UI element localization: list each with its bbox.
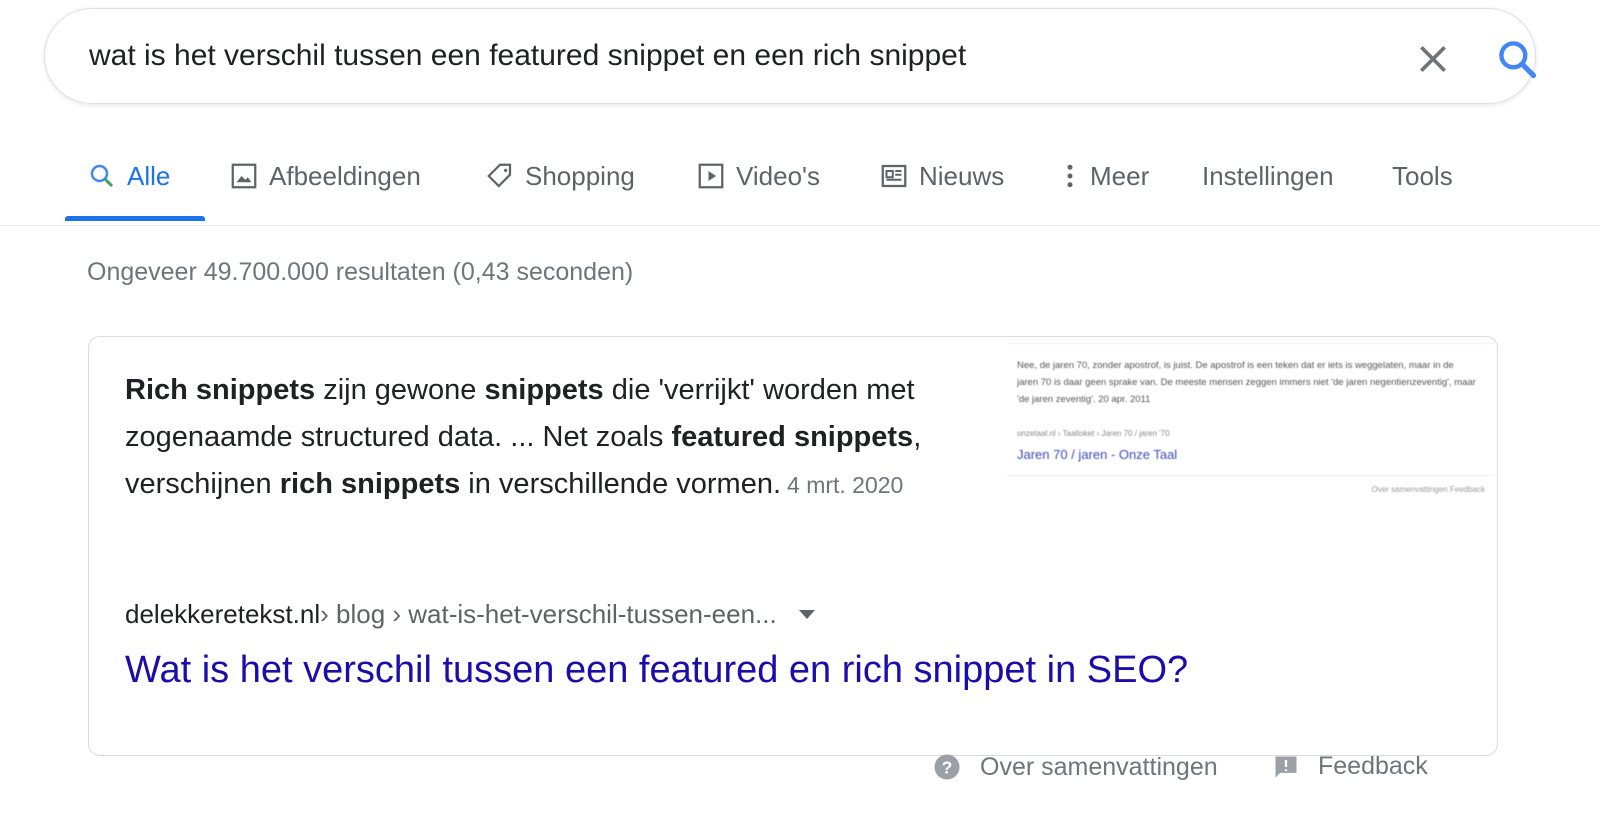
tab-shopping[interactable]: Shopping — [485, 158, 635, 194]
snippet-highlight: Rich snippets — [125, 374, 316, 406]
tag-icon — [487, 163, 512, 188]
search-input[interactable] — [89, 33, 1309, 79]
tab-videos[interactable]: Video's — [696, 158, 820, 194]
tab-tools[interactable]: Tools — [1392, 158, 1453, 194]
tab-afbeeldingen[interactable]: Afbeeldingen — [229, 158, 421, 194]
tab-instellingen[interactable]: Instellingen — [1202, 158, 1334, 194]
search-icon[interactable] — [1495, 37, 1539, 81]
about-snippets-link[interactable]: ? Over samenvattingen — [932, 752, 1218, 782]
result-stats: Ongeveer 49.700.000 resultaten (0,43 sec… — [87, 258, 634, 286]
more-vert-icon — [1067, 164, 1073, 188]
tab-label: Instellingen — [1202, 160, 1334, 191]
featured-snippet: Rich snippets zijn gewone snippets die '… — [88, 336, 1498, 756]
clear-icon[interactable] — [1413, 39, 1453, 79]
search-box — [44, 8, 1539, 104]
thumb-url: onzetaal.nl › Taalloket › Jaren 70 / jar… — [1017, 429, 1170, 438]
tab-nieuws[interactable]: Nieuws — [879, 158, 1004, 194]
thumb-footer: Over samenvattingen Feedback — [1371, 485, 1485, 494]
snippet-date: 4 mrt. 2020 — [787, 472, 904, 498]
feedback-icon — [1275, 756, 1297, 777]
tab-label: Video's — [736, 160, 820, 191]
svg-text:?: ? — [942, 757, 953, 777]
result-title-link[interactable]: Wat is het verschil tussen een featured … — [125, 649, 1188, 692]
result-path: › blog › wat-is-het-verschil-tussen-een.… — [320, 599, 777, 629]
active-tab-indicator — [65, 216, 205, 221]
snippet-fragment: zijn gewone — [315, 374, 485, 406]
snippet-highlight: featured snippets — [671, 421, 914, 453]
news-icon — [881, 164, 907, 188]
search-tabs: Alle Afbeeldingen Shopping Video's Nieuw… — [0, 150, 1600, 226]
tab-label: Alle — [127, 160, 171, 191]
snippet-image[interactable]: Nee, de jaren 70, zonder apostrof, is ju… — [1007, 343, 1495, 503]
snippet-fragment: in verschillende vormen. — [460, 468, 782, 500]
play-icon — [698, 163, 724, 189]
thumb-text: Nee, de jaren 70, zonder apostrof, is ju… — [1017, 360, 1476, 405]
snippet-text: Rich snippets zijn gewone snippets die '… — [125, 367, 925, 509]
tab-alle[interactable]: Alle — [87, 158, 170, 194]
tab-label: Meer — [1090, 160, 1150, 191]
snippet-highlight: rich snippets — [279, 468, 461, 500]
caret-down-icon[interactable] — [798, 610, 815, 619]
help-icon: ? — [934, 754, 960, 780]
feedback-label: Feedback — [1318, 752, 1428, 780]
result-breadcrumb: delekkeretekst.nl › blog › wat-is-het-ve… — [125, 599, 815, 630]
tab-label: Shopping — [525, 160, 635, 191]
tab-label: Afbeeldingen — [269, 160, 421, 191]
snippet-highlight: snippets — [484, 374, 604, 406]
tab-label: Tools — [1392, 160, 1453, 191]
tab-meer[interactable]: Meer — [1060, 158, 1149, 194]
feedback-link[interactable]: Feedback — [1272, 752, 1428, 781]
image-icon — [231, 163, 257, 189]
thumb-link: Jaren 70 / jaren - Onze Taal — [1017, 447, 1178, 462]
result-domain: delekkeretekst.nl — [125, 599, 321, 629]
tab-label: Nieuws — [919, 160, 1005, 191]
search-icon — [90, 164, 114, 188]
about-label: Over samenvattingen — [980, 752, 1218, 781]
